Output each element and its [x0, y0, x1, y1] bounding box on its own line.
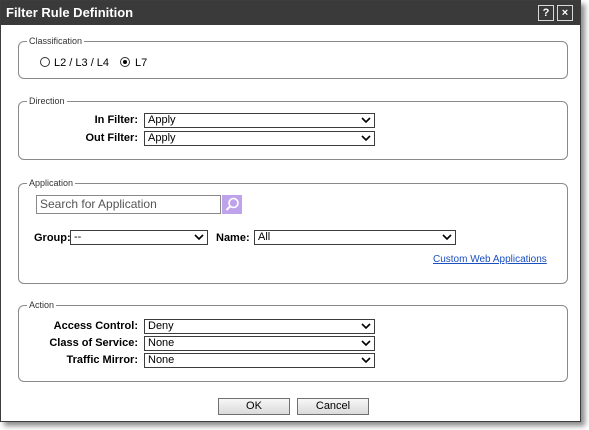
- cancel-button-label: Cancel: [315, 400, 351, 412]
- dialog-title: Filter Rule Definition: [6, 5, 134, 20]
- help-button[interactable]: ?: [538, 5, 554, 21]
- radio-l7[interactable]: [120, 57, 130, 67]
- name-value: All: [258, 231, 271, 243]
- action-legend: Action: [29, 300, 55, 310]
- help-icon: ?: [542, 7, 550, 19]
- search-button[interactable]: [222, 195, 242, 214]
- filter-rule-dialog: Filter Rule Definition ? × Classificatio…: [0, 0, 581, 422]
- search-application-input[interactable]: Search for Application: [36, 195, 221, 214]
- access-control-value: Deny: [148, 320, 174, 332]
- traffic-mirror-select[interactable]: None: [144, 353, 375, 368]
- custom-web-applications-link[interactable]: Custom Web Applications: [433, 254, 547, 265]
- radio-l2-l3-l4-label: L2 / L3 / L4: [54, 57, 110, 69]
- direction-legend: Direction: [29, 96, 65, 106]
- ok-button-label: OK: [246, 400, 262, 412]
- group-label: Group:: [34, 232, 71, 244]
- class-of-service-value: None: [148, 337, 175, 349]
- access-control-label: Access Control:: [53, 320, 138, 332]
- radio-l2-l3-l4[interactable]: [40, 57, 50, 67]
- group-value: --: [74, 231, 82, 243]
- out-filter-label: Out Filter:: [85, 132, 138, 144]
- chevron-down-icon: [194, 234, 204, 241]
- dialog-titlebar: Filter Rule Definition ? ×: [1, 1, 580, 25]
- chevron-down-icon: [361, 340, 371, 347]
- chevron-down-icon: [361, 323, 371, 330]
- application-legend: Application: [29, 178, 74, 188]
- traffic-mirror-value: None: [148, 354, 175, 366]
- classification-legend: Classification: [29, 36, 83, 46]
- search-placeholder: Search for Application: [40, 197, 157, 211]
- chevron-down-icon: [361, 357, 371, 364]
- in-filter-value: Apply: [148, 114, 176, 126]
- in-filter-select[interactable]: Apply: [144, 113, 375, 128]
- close-button[interactable]: ×: [557, 5, 573, 21]
- name-label: Name:: [216, 232, 250, 244]
- ok-button[interactable]: OK: [218, 398, 290, 415]
- access-control-select[interactable]: Deny: [144, 319, 375, 334]
- out-filter-select[interactable]: Apply: [144, 131, 375, 146]
- cancel-button[interactable]: Cancel: [297, 398, 369, 415]
- group-select[interactable]: --: [70, 230, 208, 245]
- chevron-down-icon: [442, 234, 452, 241]
- traffic-mirror-label: Traffic Mirror:: [66, 354, 138, 366]
- chevron-down-icon: [361, 135, 371, 142]
- direction-group: Direction: [18, 96, 568, 160]
- chevron-down-icon: [361, 117, 371, 124]
- class-of-service-select[interactable]: None: [144, 336, 375, 351]
- radio-l7-label: L7: [135, 57, 148, 69]
- in-filter-label: In Filter:: [94, 114, 138, 126]
- search-icon: [225, 197, 239, 211]
- name-select[interactable]: All: [254, 230, 456, 245]
- out-filter-value: Apply: [148, 132, 176, 144]
- class-of-service-label: Class of Service:: [49, 337, 138, 349]
- close-icon: ×: [561, 7, 569, 19]
